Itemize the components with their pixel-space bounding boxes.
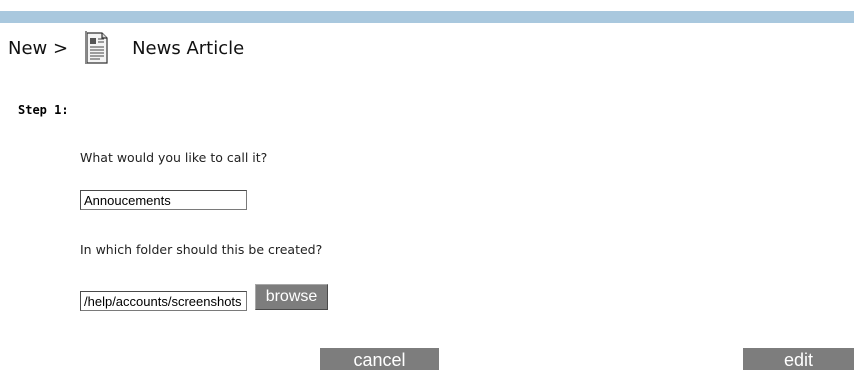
browse-button[interactable]: browse bbox=[255, 284, 328, 310]
name-question-label: What would you like to call it? bbox=[80, 150, 268, 165]
news-article-document-icon bbox=[84, 30, 110, 66]
folder-path-input[interactable] bbox=[80, 291, 247, 311]
breadcrumb-current: News Article bbox=[132, 37, 245, 59]
name-input[interactable] bbox=[80, 190, 247, 210]
step-label: Step 1: bbox=[18, 103, 69, 117]
header-bar bbox=[0, 11, 854, 23]
cancel-button[interactable]: cancel bbox=[320, 348, 439, 370]
breadcrumb: New > News Article bbox=[8, 28, 244, 68]
breadcrumb-parent[interactable]: New > bbox=[8, 38, 68, 59]
page: New > News Article Step 1: What would yo… bbox=[0, 0, 854, 370]
edit-button[interactable]: edit bbox=[743, 348, 854, 370]
folder-question-label: In which folder should this be created? bbox=[80, 242, 323, 257]
